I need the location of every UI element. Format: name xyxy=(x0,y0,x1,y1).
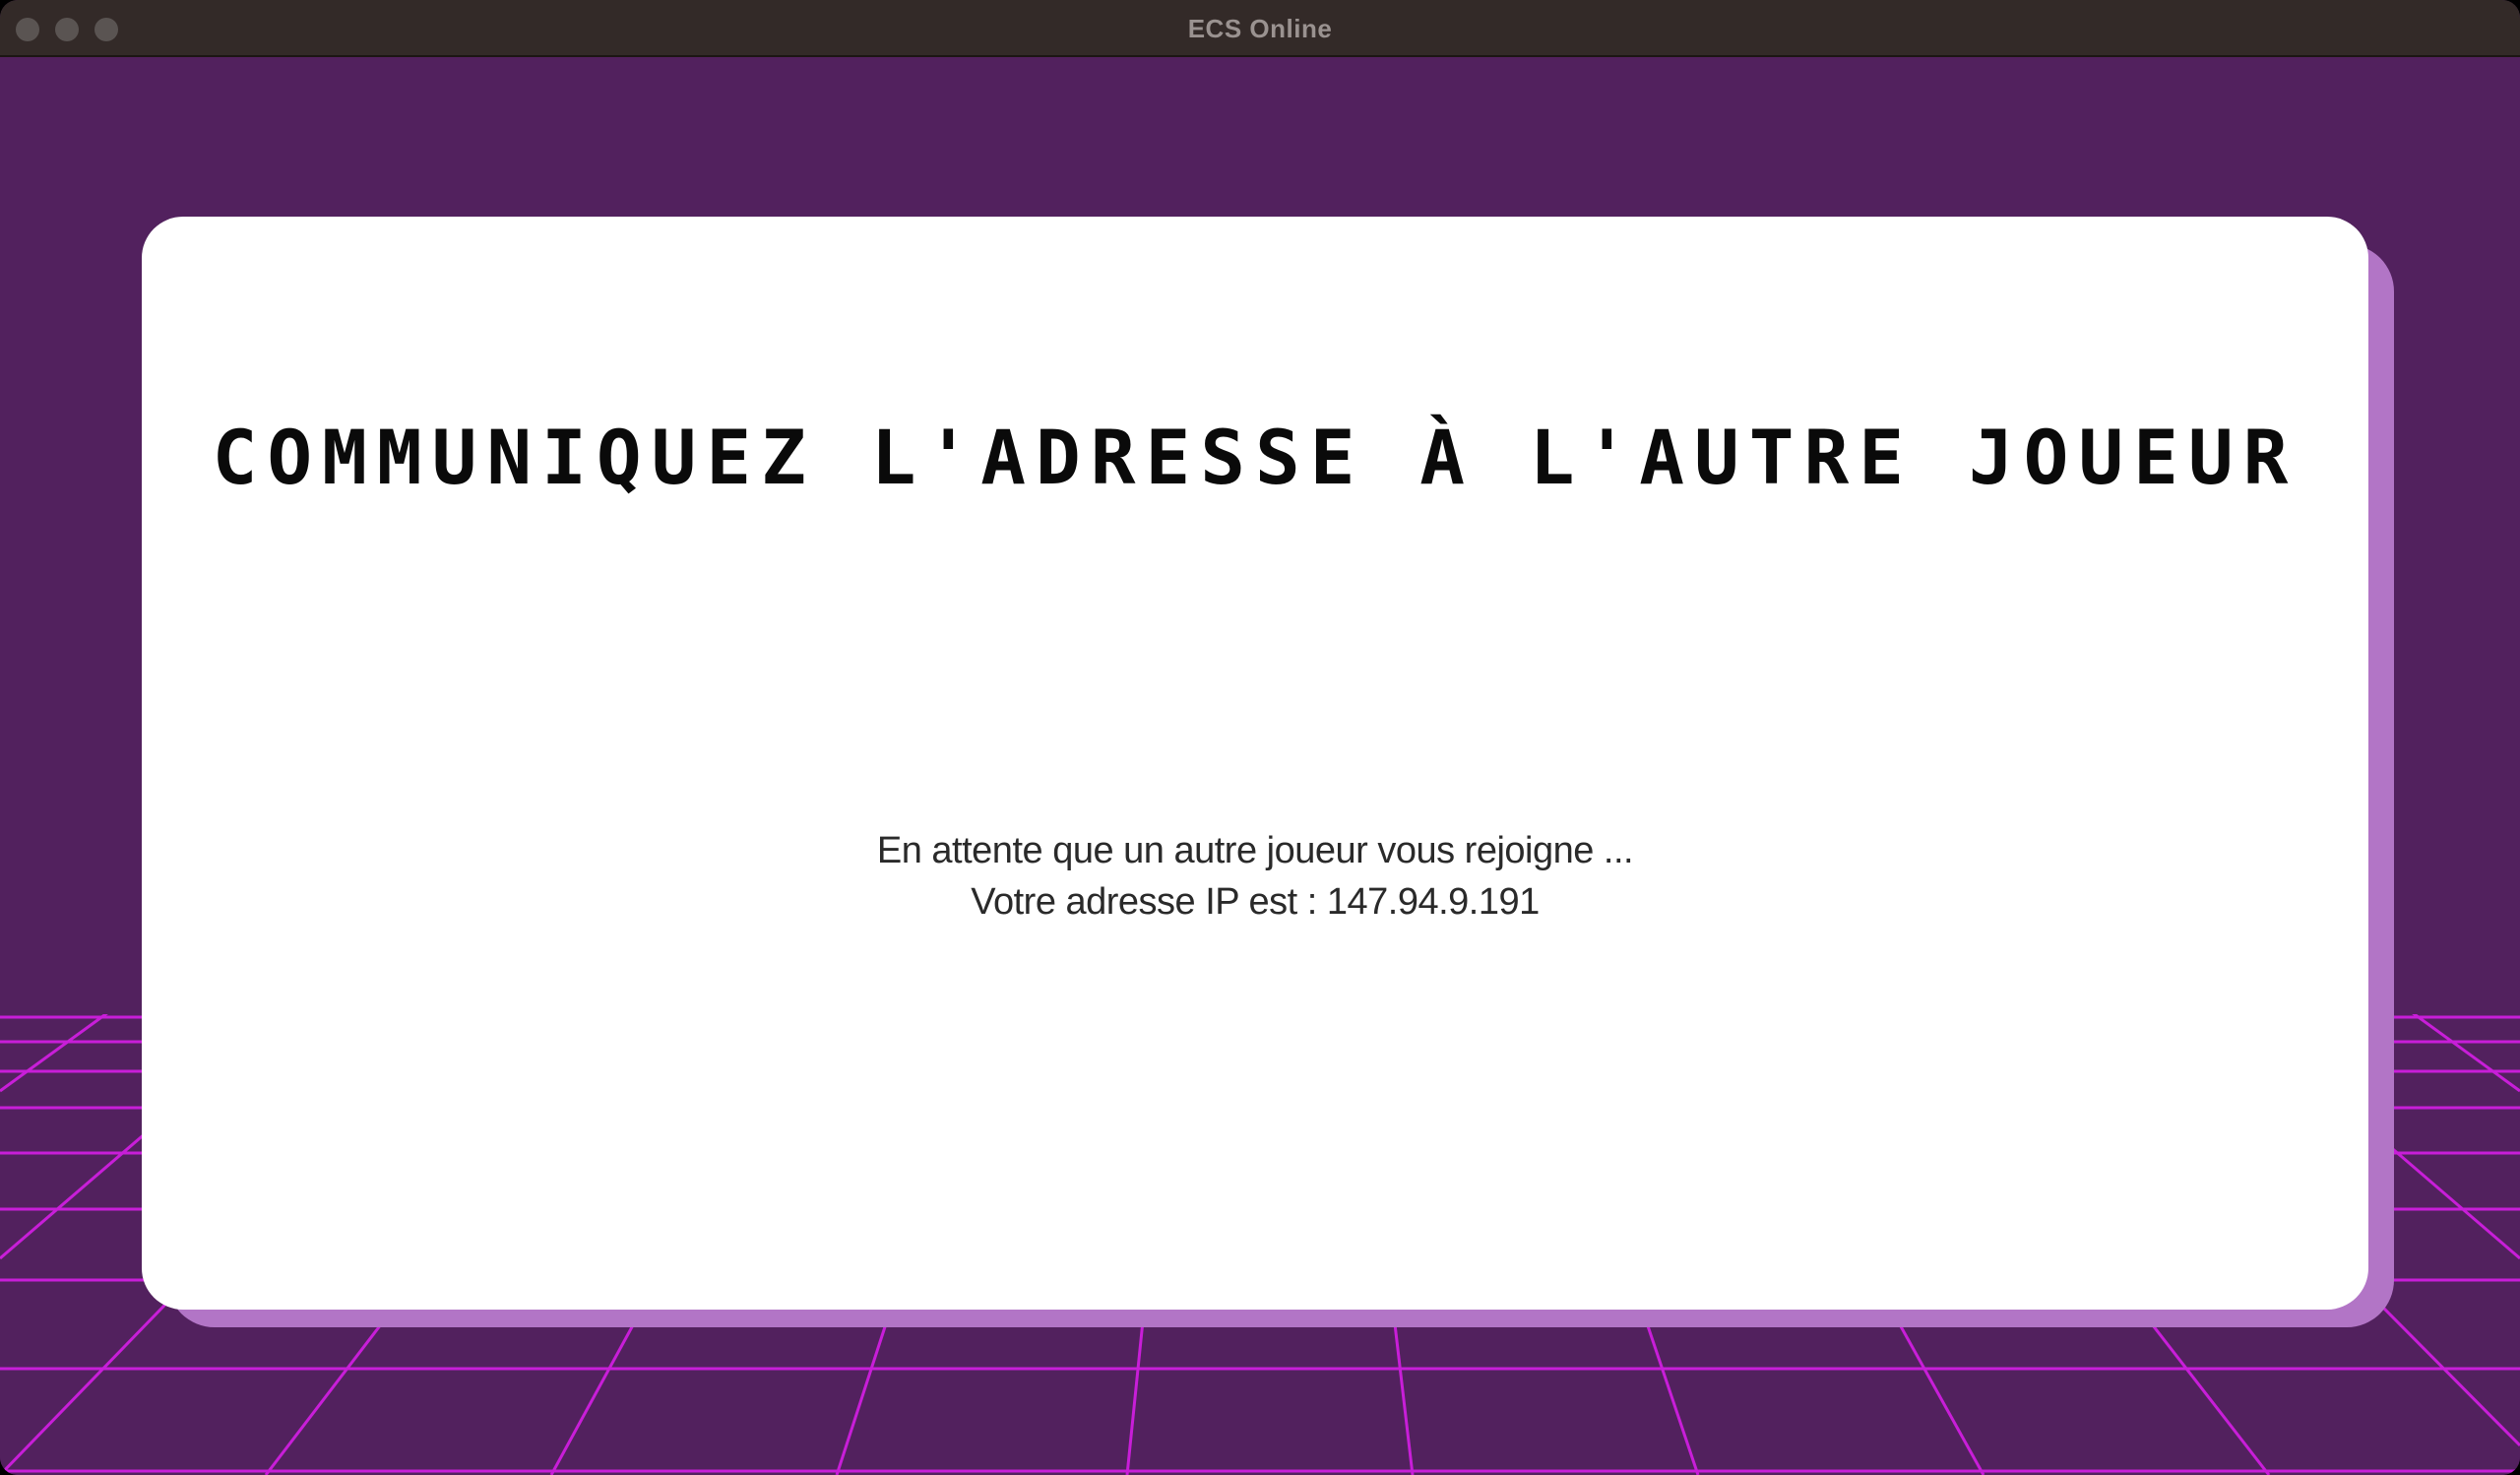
page-title: COMMUNIQUEZ L'ADRESSE À L'AUTRE JOUEUR xyxy=(212,414,2299,501)
title-bar[interactable]: ECS Online xyxy=(0,0,2520,57)
waiting-text: En attente que un autre joueur vous rejo… xyxy=(876,830,1634,871)
app-window: ECS Online COMMUNIQUEZ L'ADRESSE À L'AUT… xyxy=(0,0,2520,1475)
window-title: ECS Online xyxy=(1187,14,1333,43)
ip-address-text: Votre adresse IP est : 147.94.9.191 xyxy=(971,881,1540,923)
game-stage: COMMUNIQUEZ L'ADRESSE À L'AUTRE JOUEUR E… xyxy=(0,57,2520,1475)
status-message: En attente que un autre joueur vous rejo… xyxy=(142,825,2368,928)
connection-card: COMMUNIQUEZ L'ADRESSE À L'AUTRE JOUEUR E… xyxy=(142,217,2368,1310)
